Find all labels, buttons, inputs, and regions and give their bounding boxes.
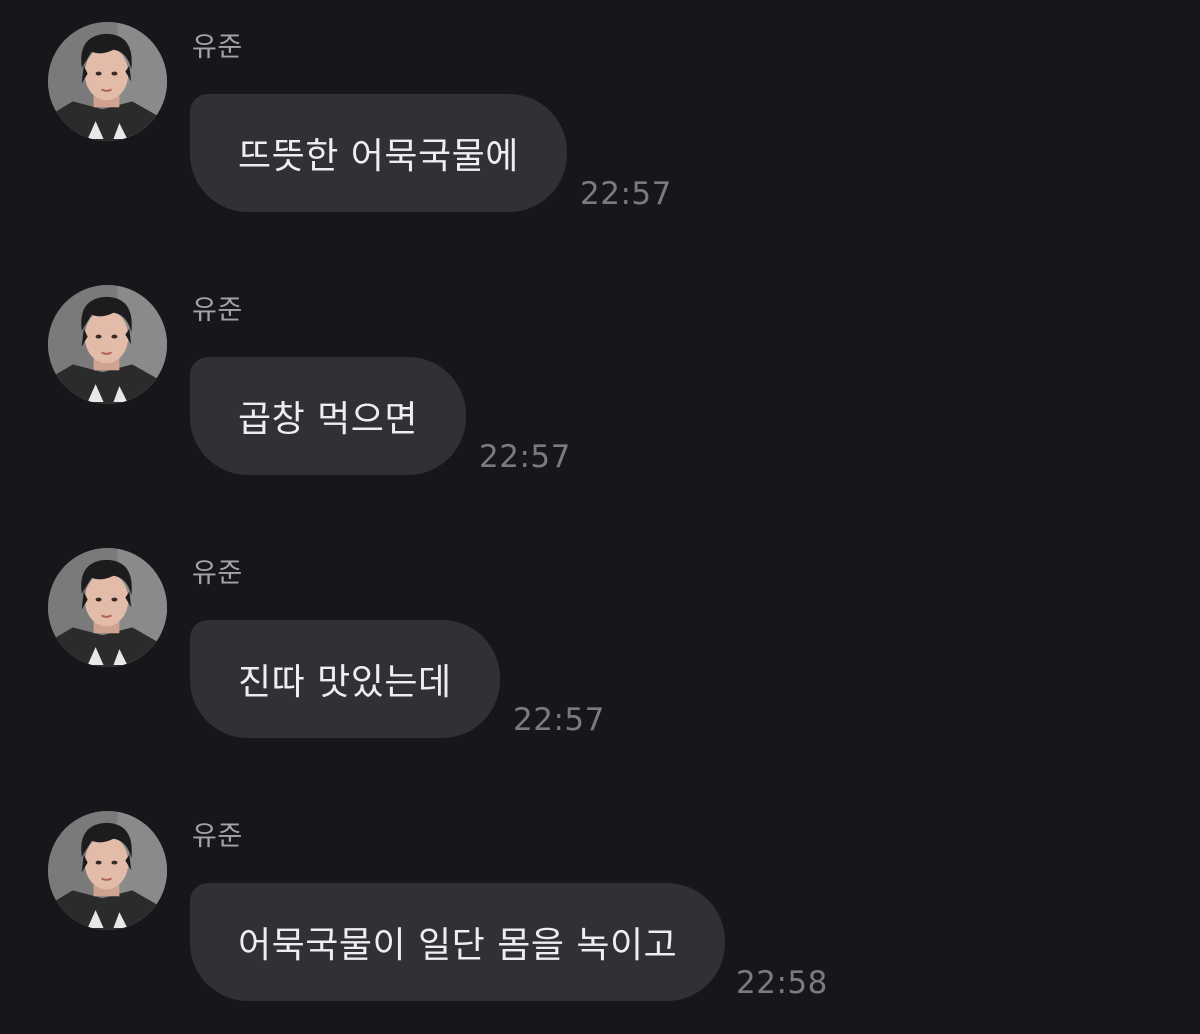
profile-photo-icon xyxy=(48,22,167,141)
avatar[interactable] xyxy=(48,548,167,667)
message-time: 22:57 xyxy=(513,702,605,738)
profile-photo-icon xyxy=(48,548,167,667)
avatar[interactable] xyxy=(48,22,167,141)
chat-message: 유준 어묵국물이 일단 몸을 녹이고 22:58 xyxy=(0,789,1200,1034)
message-bubble[interactable]: 뜨뜻한 어묵국물에 xyxy=(190,94,567,212)
message-time: 22:57 xyxy=(580,176,672,212)
sender-name: 유준 xyxy=(192,295,243,326)
avatar[interactable] xyxy=(48,285,167,404)
profile-photo-icon xyxy=(48,285,167,404)
sender-name: 유준 xyxy=(192,558,243,589)
avatar[interactable] xyxy=(48,811,167,930)
chat-message: 유준 뜨뜻한 어묵국물에 22:57 xyxy=(0,0,1200,262)
message-time: 22:57 xyxy=(479,439,571,475)
message-bubble[interactable]: 어묵국물이 일단 몸을 녹이고 xyxy=(190,883,726,1001)
sender-name: 유준 xyxy=(192,821,243,852)
message-bubble[interactable]: 곱창 먹으면 xyxy=(190,357,467,475)
profile-photo-icon xyxy=(48,811,167,930)
message-bubble[interactable]: 진따 맛있는데 xyxy=(190,620,500,738)
chat-message: 유준 진따 맛있는데 22:57 xyxy=(0,526,1200,788)
chat-message: 유준 곱창 먹으면 22:57 xyxy=(0,263,1200,525)
message-time: 22:58 xyxy=(736,965,828,1001)
sender-name: 유준 xyxy=(192,32,243,63)
